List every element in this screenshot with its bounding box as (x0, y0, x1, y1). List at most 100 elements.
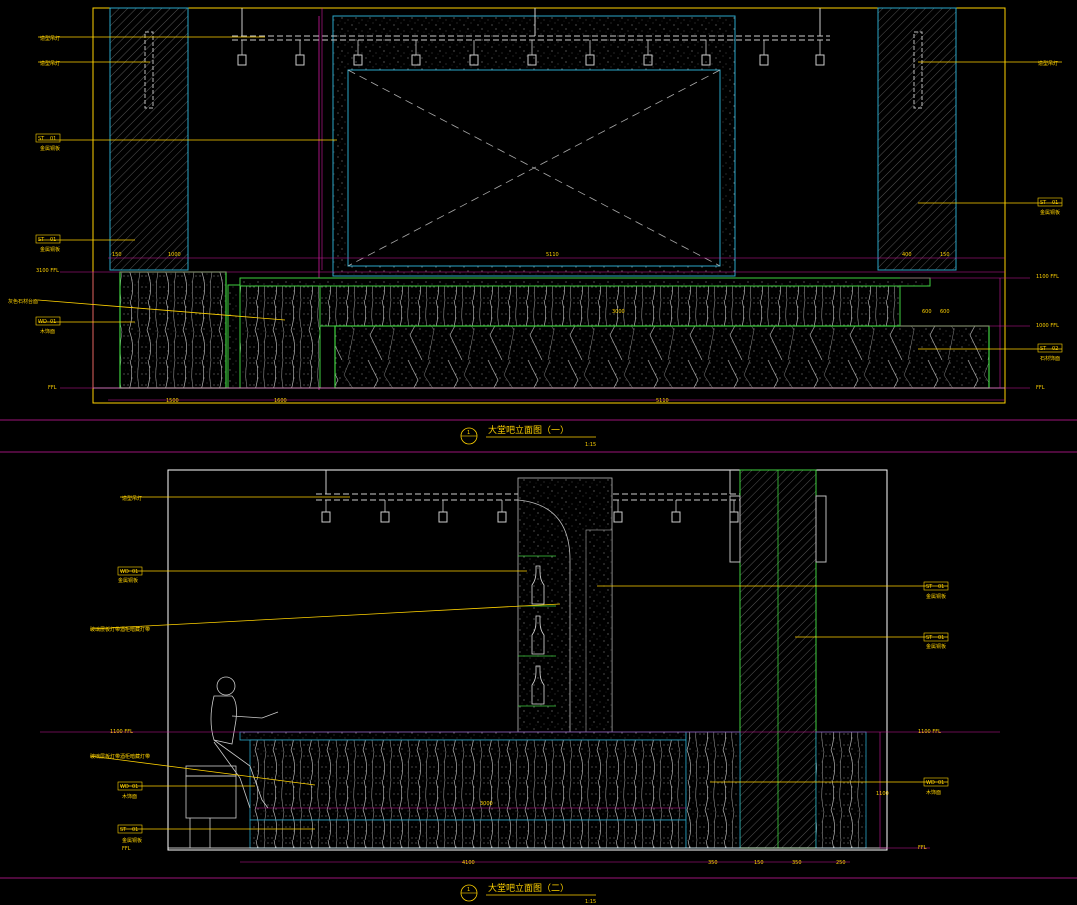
counter-back (319, 285, 901, 327)
level-d2-3: FFL (122, 846, 131, 852)
pendant-lamp-icon (497, 511, 507, 523)
svg-text:250: 250 (836, 860, 846, 866)
side-panel-b (815, 731, 867, 849)
scale-2: 1:15 (585, 899, 596, 905)
svg-text:150: 150 (112, 252, 122, 258)
svg-text:3000: 3000 (480, 801, 493, 807)
svg-text:ST: ST (1040, 200, 1047, 206)
tag-d1-4: ST 01 (1037, 197, 1063, 207)
svg-text:ST: ST (120, 827, 127, 833)
label-d1-countertop: 灰色石材台面 (8, 298, 38, 305)
level-d2-2: 1100 FFL (918, 729, 941, 735)
svg-text:1600: 1600 (274, 398, 287, 404)
level-d1-2: 1000 FFL (1036, 323, 1059, 329)
svg-text:5110: 5110 (546, 252, 559, 258)
elevation-1: 造型吊灯 造型吊灯 金属铜板 金属铜板 木饰面 灰色石材台面 造型吊灯 金属铜板… (0, 7, 1077, 453)
svg-text:400: 400 (902, 252, 912, 258)
svg-text:5110: 5110 (656, 398, 669, 404)
pendant-lamp-icon (295, 54, 305, 66)
pendant-lamp-icon (380, 511, 390, 523)
level-d1-1: 1100 FFL (1036, 274, 1059, 280)
svg-text:600: 600 (940, 309, 950, 315)
pendant-lamp-icon (321, 511, 331, 523)
svg-text:01: 01 (132, 569, 138, 575)
label-d1-pendant-a: 造型吊灯 (40, 35, 60, 42)
label-d1-metal-a: 金属铜板 (40, 145, 60, 152)
left-cabinet (119, 271, 227, 389)
counter2-top (239, 731, 687, 741)
svg-text:350: 350 (792, 860, 802, 866)
svg-text:150: 150 (754, 860, 764, 866)
label-d2-glass-a: 玻璃层板灯带酒柜暗藏灯带 (90, 626, 150, 633)
left-column (109, 7, 189, 271)
level-d2-1: 1100 FFL (110, 729, 133, 735)
label-d2-glass-b: 玻璃层板灯带酒柜暗藏灯带 (90, 753, 150, 760)
svg-text:1500: 1500 (166, 398, 179, 404)
tag-d1-3: WD 01 (35, 316, 61, 326)
tag-d1-1: ST 01 (35, 133, 61, 143)
svg-text:01: 01 (132, 784, 138, 790)
svg-text:01: 01 (50, 136, 56, 142)
svg-text:01: 01 (50, 319, 56, 325)
title-1: 大堂吧立面图（一） (488, 424, 569, 436)
pendant-lamp-icon (438, 511, 448, 523)
pendant-lamp-icon (671, 511, 681, 523)
svg-text:ST: ST (926, 635, 933, 641)
svg-text:02: 02 (1052, 346, 1058, 352)
svg-text:01: 01 (938, 635, 944, 641)
counter2-base (249, 819, 687, 849)
svg-text:ST: ST (38, 136, 45, 142)
label-d2-pendant: 造型吊灯 (122, 495, 142, 502)
svg-text:3000: 3000 (612, 309, 625, 315)
level-d1-3: FFL (1036, 385, 1045, 391)
svg-text:01: 01 (1052, 200, 1058, 206)
svg-text:01: 01 (50, 237, 56, 243)
scale-1: 1:15 (585, 442, 596, 448)
svg-text:WD: WD (926, 780, 935, 786)
pendant-lamp-icon (729, 511, 739, 523)
level-d1-5: FFL (48, 385, 57, 391)
pendant-lamp-icon (815, 54, 825, 66)
cad-drawing-canvas: 造型吊灯 造型吊灯 金属铜板 金属铜板 木饰面 灰色石材台面 造型吊灯 金属铜板… (0, 7, 1077, 905)
pendant-lamp-icon (237, 54, 247, 66)
svg-text:ST: ST (1040, 346, 1047, 352)
label-d1-stone-r: 石材饰面 (1040, 355, 1060, 362)
svg-text:WD: WD (120, 784, 129, 790)
label-d1-pendant-r: 造型吊灯 (1038, 60, 1058, 67)
label-d2-wood: 木饰面 (122, 793, 137, 800)
svg-text:4100: 4100 (462, 860, 475, 866)
svg-text:350: 350 (708, 860, 718, 866)
counter-top (239, 277, 931, 287)
svg-text:ST: ST (926, 584, 933, 590)
label-d1-metal-b: 金属铜板 (40, 246, 60, 253)
svg-text:1: 1 (467, 430, 470, 436)
side-panel-a (685, 731, 741, 849)
label-d2-metal: 金属铜板 (118, 577, 138, 584)
tag-d1-2: ST 01 (35, 234, 61, 244)
svg-text:WD: WD (120, 569, 129, 575)
svg-text:1: 1 (467, 887, 470, 893)
svg-text:1000: 1000 (168, 252, 181, 258)
level-d1-4: 3100 FFL (36, 268, 59, 274)
svg-text:1100: 1100 (876, 791, 889, 797)
label-d1-metal-r: 金属铜板 (1040, 209, 1060, 216)
right-column (877, 7, 957, 271)
svg-text:ST: ST (38, 237, 45, 243)
svg-text:01: 01 (938, 584, 944, 590)
label-d2-metal-r1: 金属铜板 (926, 593, 946, 600)
label-d1-wood: 木饰面 (40, 328, 55, 335)
svg-text:WD: WD (38, 319, 47, 325)
pendant-lamp-icon (613, 511, 623, 523)
counter-stone-base (334, 325, 990, 389)
counter-front (239, 285, 321, 389)
label-d2-metal-b: 金属铜板 (122, 837, 142, 844)
level-d2-4: FFL (918, 845, 927, 851)
elevation-2: 造型吊灯 金属铜板 玻璃层板灯带酒柜暗藏灯带 玻璃层板灯带酒柜暗藏灯带 木饰面 … (0, 469, 1077, 905)
label-d1-pendant-b: 造型吊灯 (40, 60, 60, 67)
title-2: 大堂吧立面图（二） (488, 882, 569, 894)
svg-text:01: 01 (132, 827, 138, 833)
svg-text:01: 01 (938, 780, 944, 786)
svg-text:600: 600 (922, 309, 932, 315)
label-d2-wood-r: 木饰面 (926, 789, 941, 796)
svg-text:150: 150 (940, 252, 950, 258)
